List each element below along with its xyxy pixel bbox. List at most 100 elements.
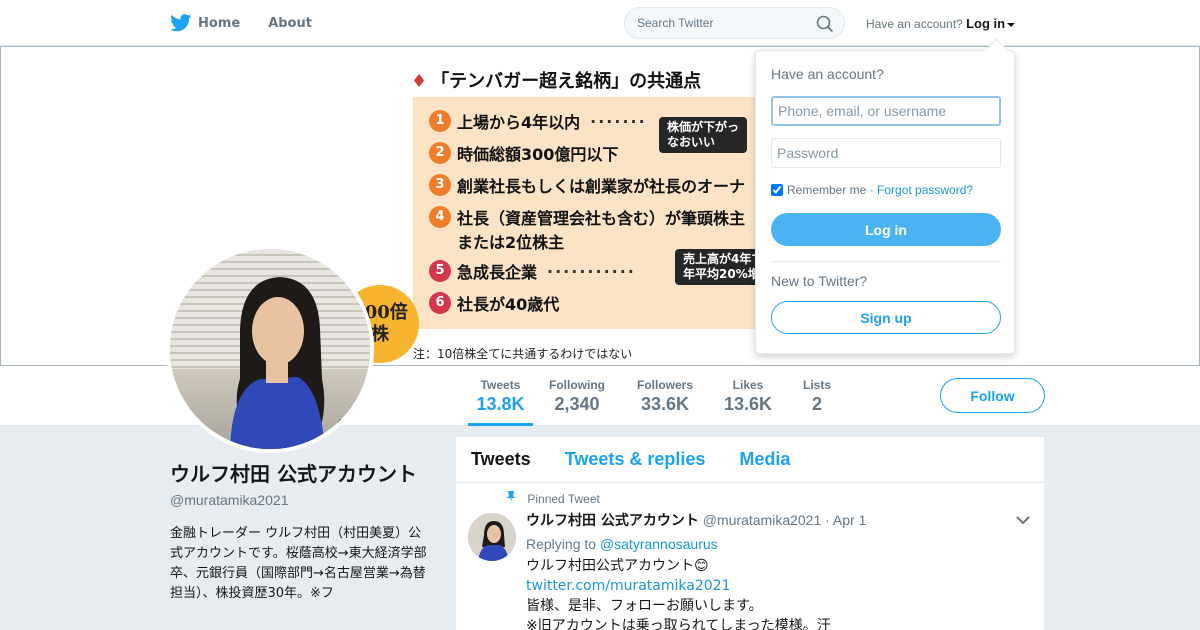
banner-item-number: 6 [429,292,451,314]
banner-note: 注：10倍株全てに共通するわけではない [413,347,633,361]
tweet-line: 皆様、是非、フォローお願いします。 [526,598,763,614]
nav-home-label: Home [198,15,241,31]
dropdown-title: Have an account? [771,66,884,82]
callout-line: 売上高が4年で [683,252,764,266]
nav-about[interactable]: About [268,16,312,31]
profile-name: ウルフ村田 公式アカウント [170,462,417,486]
tab-tweets[interactable]: Tweets [471,449,531,470]
pinned-tweet[interactable]: Pinned Tweet ウルフ村田 公式アカウント @muratamika20… [456,483,1044,630]
profile-info: ウルフ村田 公式アカウント @muratamika2021 金融トレーダー ウル… [170,460,430,604]
stat-label: Tweets [480,378,521,392]
username-field[interactable] [771,96,1001,126]
banner-item-number: 1 [429,110,451,132]
replying-to: Replying to @satyrannosaurus [526,536,1032,552]
banner-image: ♦ 「テンバガー超え銘柄」の共通点 1 上場から4年以内 ······· 2 時価総額3… [411,55,791,365]
replying-prefix: Replying to [526,536,597,552]
account-prompt-text: Have an account? [866,17,963,31]
callout-bubble: 株価が下がっ なおいい [659,117,748,153]
banner-item-text: 上場から4年以内 [457,113,581,132]
tweet-author-name[interactable]: ウルフ村田 公式アカウント [526,513,699,529]
nav-about-label: About [268,15,312,31]
tweet-author-handle[interactable]: @muratamika2021 [703,512,822,528]
tweet-header: ウルフ村田 公式アカウント @muratamika2021 · Apr 1 [526,510,1032,530]
banner-item: 1 上場から4年以内 ······· [429,109,647,133]
stat-value: 13.6K [723,394,773,414]
login-link-label: Log in [966,16,1006,31]
login-dropdown-toggle[interactable]: Log in [966,16,1016,31]
profile-avatar[interactable] [166,245,374,453]
nav-left: Home About [170,0,340,46]
banner-item-text: 社長が40歳代 [457,295,560,314]
banner-item: 2 時価総額300億円以下 [429,141,618,165]
tab-media[interactable]: Media [739,449,790,470]
banner-item: 3 創業社長もしくは創業家が社長のオーナ [429,173,745,197]
callout-line: 年平均20%増 [683,267,760,281]
account-prompt: Have an account? Log in [866,16,1016,31]
search-input[interactable] [637,16,807,30]
stat-label: Lists [802,378,831,392]
stat-value: 33.6K [640,394,690,414]
stat-tweets[interactable]: Tweets 13.8K [468,378,533,426]
stat-value: 2,340 [554,394,600,414]
new-to-twitter-text: New to Twitter? [771,273,868,289]
twitter-bird-icon [170,14,192,32]
stat-likes[interactable]: Likes 13.6K [722,378,774,415]
banner-item: 5 急成長企業 ··········· [429,259,636,283]
banner-list-box: 1 上場から4年以内 ······· 2 時価総額300億円以下 3 創業社長もしくは創… [413,97,773,329]
tweet-avatar-photo [468,513,516,561]
person-figure [230,277,370,449]
remember-row: Remember me · Forgot password? [771,183,973,197]
replying-to-link[interactable]: @satyrannosaurus [600,536,718,552]
tab-tweets-replies[interactable]: Tweets & replies [565,449,706,470]
banner-item-text: 時価総額300億円以下 [457,145,619,164]
stat-lists[interactable]: Lists 2 [800,378,834,415]
banner-item-text: または2位株主 [457,233,565,252]
remember-me-label[interactable]: Remember me [787,183,866,197]
timeline: Tweets Tweets & replies Media Pinned Twe… [456,437,1044,630]
tweet-link[interactable]: twitter.com/muratamika2021 [526,578,730,594]
profile-handle[interactable]: @muratamika2021 [170,492,430,508]
signup-button[interactable]: Sign up [771,301,1001,334]
avatar-photo [170,249,370,449]
tweet-line: ウルフ村田公式アカウント😊 [526,558,709,574]
stat-label: Followers [636,378,693,392]
banner-title: ♦ 「テンバガー超え銘柄」の共通点 [411,67,701,93]
tweet-avatar[interactable] [468,513,516,561]
banner-item-number: 3 [429,174,451,196]
chevron-down-icon[interactable] [1016,515,1030,525]
separator-dot: · [866,183,878,197]
follow-button[interactable]: Follow [940,378,1045,413]
caret-down-icon [1007,22,1016,27]
banner-item: 6 社長が40歳代 [429,291,559,315]
banner-item-text: 社長（資産管理会社も含む）が筆頭株主 [457,209,746,228]
profile-bio: 金融トレーダー ウルフ村田（村田美夏）公式アカウントです。桜蔭高校→東大経済学部… [170,526,427,601]
stat-label: Likes [732,378,764,392]
pin-icon [506,491,516,503]
nav-home[interactable]: Home [170,14,240,32]
top-navigation-bar: Home About Have an account? Log in [0,0,1200,46]
login-button[interactable]: Log in [771,213,1001,246]
search-box [624,7,845,39]
callout-line: なおいい [667,135,716,149]
password-field[interactable] [771,138,1001,168]
forgot-password-link[interactable]: Forgot password? [877,183,973,197]
banner-item-number: 4 [429,206,451,228]
dots-separator: ······· [590,111,647,131]
pinned-label: Pinned Tweet [527,492,600,506]
tweet-text: ウルフ村田公式アカウント😊 twitter.com/muratamika2021… [526,556,1032,630]
remember-me-checkbox[interactable] [771,184,783,196]
stat-label: Following [549,378,605,392]
callout-line: 株価が下がっ [667,120,740,134]
banner-item-text: 創業社長もしくは創業家が社長のオーナ [457,177,746,196]
dropdown-divider [771,261,1001,262]
diamond-icon: ♦ [411,71,428,92]
stat-followers[interactable]: Followers 33.6K [634,378,696,415]
banner-item-text: 急成長企業 [457,263,538,282]
tweet-date[interactable]: · Apr 1 [825,512,866,528]
stat-value: 2 [811,394,822,414]
stat-following[interactable]: Following 2,340 [545,378,609,415]
banner-item-number: 2 [429,142,451,164]
timeline-tabs: Tweets Tweets & replies Media [456,437,1044,483]
banner-item-number: 5 [429,260,451,282]
search-icon[interactable] [816,15,834,33]
